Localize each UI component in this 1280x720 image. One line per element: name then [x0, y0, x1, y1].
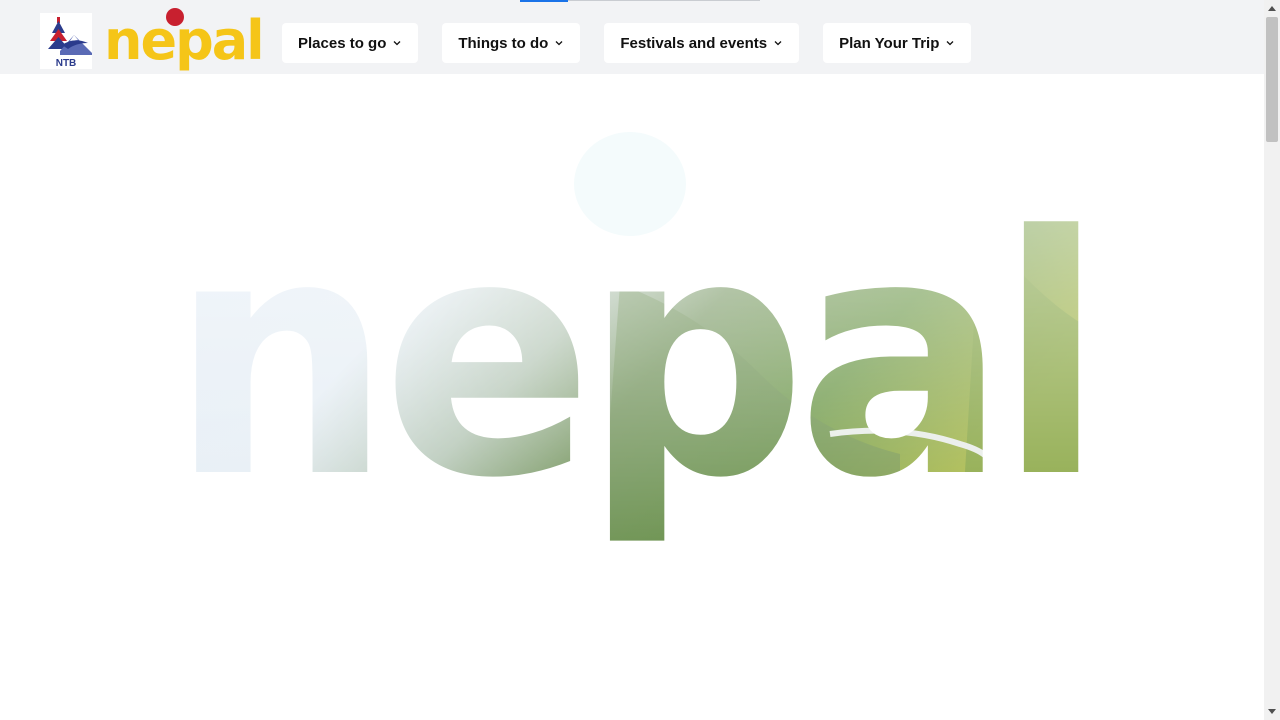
- page-progress-fill: [520, 0, 568, 2]
- main-nav: Places to go Things to do Festivals and …: [282, 23, 972, 63]
- nav-plan-your-trip[interactable]: Plan Your Trip: [823, 23, 972, 63]
- hero-masked-wordmark: nepal nepal: [170, 132, 1095, 550]
- vertical-scrollbar[interactable]: [1264, 0, 1280, 720]
- scroll-up-arrow-icon[interactable]: [1264, 0, 1280, 16]
- chevron-down-icon: [774, 41, 782, 46]
- chevron-down-icon: [393, 41, 401, 46]
- nav-label: Festivals and events: [620, 34, 768, 52]
- page-progress-bar: [520, 0, 760, 2]
- chevron-down-icon: [555, 41, 563, 46]
- chevron-down-icon: [946, 41, 954, 46]
- scroll-down-arrow-icon[interactable]: [1264, 704, 1280, 720]
- scrollbar-thumb[interactable]: [1266, 17, 1278, 142]
- nav-label: Places to go: [298, 34, 387, 52]
- site-logo[interactable]: NTB nepal: [40, 8, 265, 74]
- nav-things-to-do[interactable]: Things to do: [442, 23, 581, 63]
- ntb-emblem-icon: NTB: [40, 13, 92, 69]
- logo-dot-icon: [166, 8, 184, 26]
- nav-label: Plan Your Trip: [839, 34, 940, 52]
- nav-places-to-go[interactable]: Places to go: [282, 23, 419, 63]
- logo-wordmark: nepal: [104, 8, 265, 74]
- hero-section: nepal nepal: [0, 74, 1264, 720]
- nav-festivals-and-events[interactable]: Festivals and events: [604, 23, 800, 63]
- nav-label: Things to do: [458, 34, 549, 52]
- site-header: NTB nepal Places to go Things to do Fest…: [0, 0, 1264, 74]
- page: NTB nepal Places to go Things to do Fest…: [0, 0, 1264, 720]
- emblem-text: NTB: [56, 58, 77, 69]
